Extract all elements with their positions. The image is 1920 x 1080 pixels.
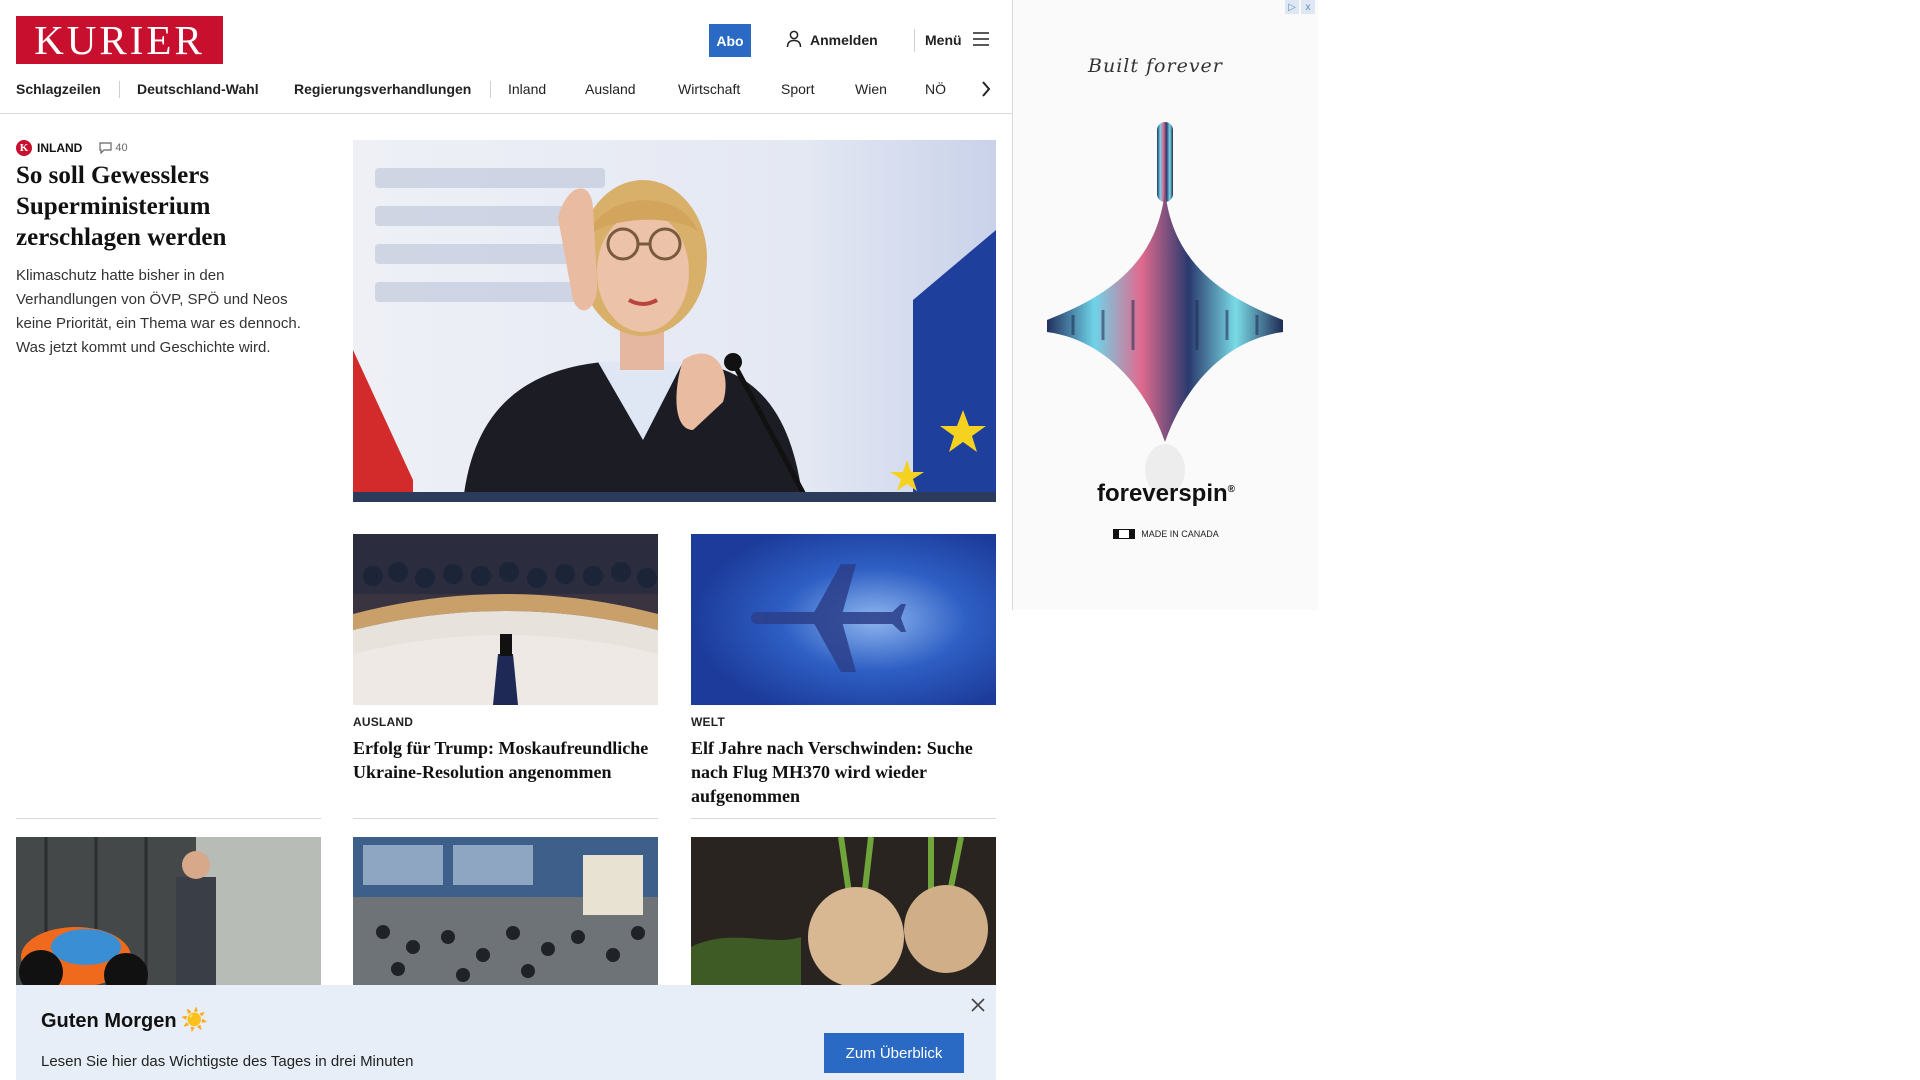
header-divider (914, 29, 915, 52)
nav-item-inland[interactable]: Inland (508, 78, 546, 100)
story-photo-un-council[interactable] (353, 534, 658, 705)
menu-button[interactable]: Menü (925, 28, 990, 52)
lead-teaser: Klimaschutz hatte bisher in den Verhandl… (16, 267, 301, 356)
login-button[interactable]: Anmelden (786, 28, 878, 52)
morning-title-text: Guten Morgen (41, 1010, 177, 1032)
site-header: KURIER Abo Anmelden Menü Schlagzeilen De… (0, 0, 1012, 114)
story-photo-motorbike[interactable] (16, 837, 321, 987)
story-photo-airport[interactable] (353, 837, 658, 987)
story-card[interactable]: AUSLAND Erfolg für Trump: Moskaufreundli… (353, 534, 658, 784)
ad-brand-name: foreverspin (1096, 480, 1228, 507)
nav-item-sport[interactable]: Sport (781, 78, 814, 100)
kurier-logo[interactable]: KURIER (16, 16, 223, 64)
divider (691, 818, 996, 819)
lead-meta: K INLAND 40 (16, 140, 128, 156)
canada-flag-icon (1113, 529, 1136, 539)
spinning-top-image[interactable] (1033, 110, 1298, 510)
ad-origin-text: MADE IN CANADA (1141, 529, 1219, 539)
login-label: Anmelden (810, 32, 878, 48)
abo-button[interactable]: Abo (709, 24, 751, 57)
lead-headline[interactable]: So soll Gewesslers Superministerium zers… (16, 160, 316, 253)
news-site: KURIER Abo Anmelden Menü Schlagzeilen De… (0, 0, 1012, 1080)
morning-text: Lesen Sie hier das Wichtigste des Tages … (41, 1053, 414, 1070)
ad-brand: foreverspin® (1013, 480, 1318, 508)
registered-mark: ® (1227, 484, 1236, 495)
section-nav: Schlagzeilen Deutschland-Wahl Regierungs… (16, 78, 996, 100)
ad-choices-icon[interactable]: ▷ (1285, 0, 1299, 14)
lead-category[interactable]: INLAND (37, 141, 82, 155)
user-icon (786, 30, 802, 51)
nav-item-wien[interactable]: Wien (855, 78, 887, 100)
nav-divider (119, 81, 120, 98)
chevron-right-icon[interactable] (976, 78, 996, 100)
ad-choices[interactable]: ▷ x (1285, 0, 1315, 16)
ad-tagline: Built forever (1088, 55, 1223, 77)
lead-photo[interactable] (353, 140, 996, 502)
nav-item-ausland[interactable]: Ausland (585, 78, 636, 100)
nav-item-regierungsverhandlungen[interactable]: Regierungsverhandlungen (294, 78, 471, 100)
divider (353, 818, 658, 819)
comment-count-value: 40 (115, 142, 128, 154)
nav-item-schlagzeilen[interactable]: Schlagzeilen (16, 78, 101, 100)
comment-count[interactable]: 40 (99, 142, 128, 154)
advertisement[interactable]: ▷ x Built forever foreverspin® MADE IN C… (1012, 0, 1318, 610)
comment-icon (99, 142, 112, 154)
morning-briefing-banner: Guten Morgen ☀️ Lesen Sie hier das Wichti… (16, 985, 996, 1080)
overview-button[interactable]: Zum Überblick (824, 1033, 964, 1073)
kurier-badge-icon: K (16, 140, 32, 156)
ad-origin: MADE IN CANADA (1013, 529, 1318, 539)
nav-item-wirtschaft[interactable]: Wirtschaft (678, 78, 740, 100)
divider (16, 818, 321, 819)
story-category[interactable]: WELT (691, 715, 996, 729)
morning-title: Guten Morgen ☀️ (41, 1007, 208, 1033)
close-icon[interactable] (968, 995, 988, 1015)
story-category[interactable]: AUSLAND (353, 715, 658, 729)
story-headline[interactable]: Erfolg für Trump: Moskaufreundliche Ukra… (353, 736, 658, 784)
story-photo-celery-root[interactable] (691, 837, 996, 987)
menu-label: Menü (925, 32, 962, 48)
story-photo-plane-shadow[interactable] (691, 534, 996, 705)
story-headline[interactable]: Elf Jahre nach Verschwinden: Suche nach … (691, 736, 996, 808)
story-card[interactable]: WELT Elf Jahre nach Verschwinden: Suche … (691, 534, 996, 808)
ad-close-icon[interactable]: x (1301, 0, 1315, 14)
nav-item-deutschland-wahl[interactable]: Deutschland-Wahl (137, 78, 259, 100)
hamburger-icon (972, 31, 990, 50)
nav-divider (490, 81, 491, 98)
nav-item-noe[interactable]: NÖ (925, 78, 946, 100)
sun-icon: ☀️ (180, 1007, 208, 1032)
